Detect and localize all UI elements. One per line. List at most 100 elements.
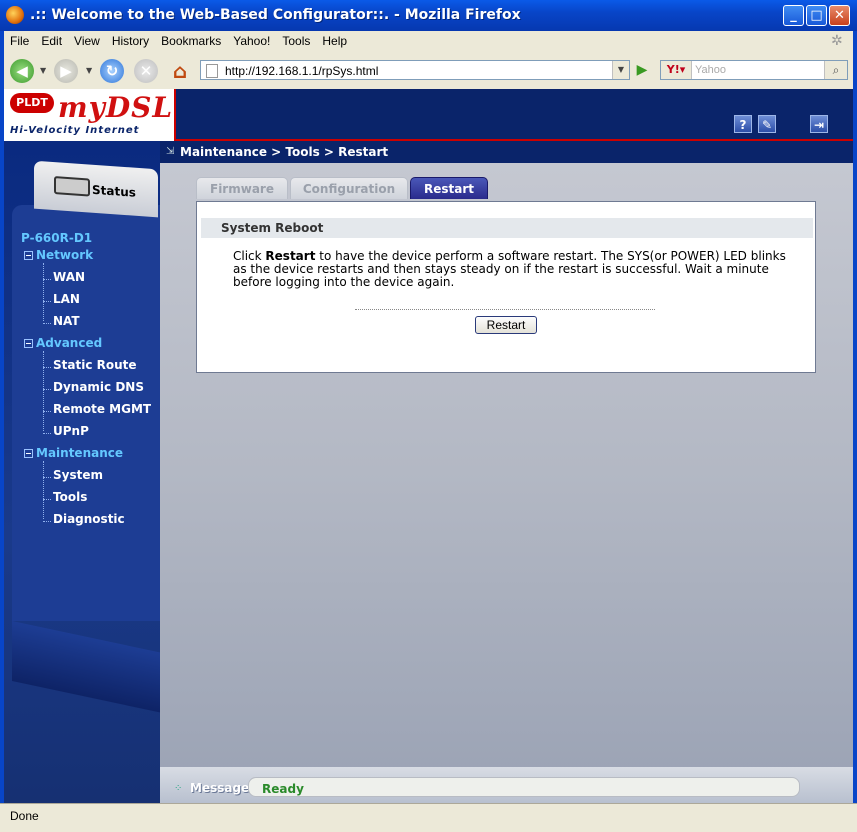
sidebar-item-lan[interactable]: LAN	[53, 292, 80, 306]
tab-restart[interactable]: Restart	[410, 177, 488, 199]
throbber-icon: ✲	[831, 33, 843, 49]
menu-bar: File Edit View History Bookmarks Yahoo! Tools H…	[4, 31, 853, 52]
menu-help[interactable]: Help	[316, 31, 353, 48]
page-content: PLDT myDSL Hi-Velocity Internet ? ✎ ⇥ St…	[4, 89, 853, 803]
message-icon: ⁘	[174, 783, 183, 794]
menu-history[interactable]: History	[106, 31, 155, 48]
firefox-icon	[6, 6, 24, 24]
logo-tagline: Hi-Velocity Internet	[10, 125, 140, 136]
breadcrumb: Maintenance > Tools > Restart	[180, 145, 389, 159]
stop-icon: ✕	[139, 62, 153, 80]
sidebar-item-remote-mgmt[interactable]: Remote MGMT	[53, 402, 151, 416]
yahoo-search-engine-icon[interactable]: Y!▾	[661, 61, 692, 79]
window-title-bar: .:: Welcome to the Web-Based Configurato…	[0, 0, 857, 31]
description-text: to have the device perform a software re…	[233, 249, 786, 289]
message-box	[248, 777, 800, 797]
address-url[interactable]: http://192.168.1.1/rpSys.html	[225, 64, 378, 78]
sidebar-item-wan[interactable]: WAN	[53, 270, 85, 284]
sidebar-item-nat[interactable]: NAT	[53, 314, 80, 328]
main-area: ⇲ Maintenance > Tools > Restart Firmware…	[160, 141, 853, 803]
message-label: Message	[190, 781, 250, 795]
sidebar-group-network[interactable]: Network	[24, 248, 93, 262]
browser-status-bar: Done	[0, 803, 857, 832]
menu-yahoo[interactable]: Yahoo!	[227, 31, 276, 48]
breadcrumb-arrow-icon: ⇲	[166, 146, 175, 157]
help-icon[interactable]: ?	[734, 115, 752, 133]
search-icon[interactable]: ⌕	[824, 61, 847, 79]
restart-panel: System Reboot Click Restart to have the …	[196, 201, 816, 373]
sidebar-item-upnp[interactable]: UPnP	[53, 424, 89, 438]
message-bar: ⁘ Message Ready	[160, 767, 853, 803]
maximize-button[interactable]: □	[806, 5, 827, 26]
collapse-icon[interactable]	[24, 339, 33, 348]
page-icon	[206, 64, 218, 78]
address-bar[interactable]: http://192.168.1.1/rpSys.html ▼	[200, 60, 630, 80]
tree-branch	[43, 411, 51, 412]
back-button[interactable]: ◀	[10, 59, 34, 83]
navigation-toolbar: ◀ ▼ ▶ ▼ ↻ ✕ ⌂ http://192.168.1.1/rpSys.h…	[4, 52, 853, 90]
sidebar-group-maintenance[interactable]: Maintenance	[24, 446, 123, 460]
collapse-icon[interactable]	[24, 449, 33, 458]
message-text: Ready	[262, 782, 304, 796]
tree-branch	[43, 477, 51, 478]
search-input[interactable]: Yahoo	[695, 64, 726, 76]
menu-file[interactable]: File	[4, 31, 35, 48]
status-text: Done	[10, 809, 39, 823]
restart-button[interactable]: Restart	[475, 316, 537, 334]
tab-configuration[interactable]: Configuration	[290, 177, 408, 199]
tree-branch	[43, 521, 51, 522]
restart-description: Click Restart to have the device perform…	[233, 250, 793, 289]
breadcrumb-bar: ⇲ Maintenance > Tools > Restart	[160, 141, 853, 163]
tree-branch	[43, 499, 51, 500]
minimize-button[interactable]: _	[783, 5, 804, 26]
sidebar-panel-bottom	[12, 621, 162, 713]
close-button[interactable]: ✕	[829, 5, 850, 26]
sidebar-item-system[interactable]: System	[53, 468, 103, 482]
tree-line	[43, 263, 45, 321]
window-frame-right	[853, 31, 857, 803]
forward-button[interactable]: ▶	[54, 59, 78, 83]
forward-arrow-icon: ▶	[60, 62, 72, 80]
wizard-icon[interactable]: ✎	[758, 115, 776, 133]
sidebar-item-dynamic-dns[interactable]: Dynamic DNS	[53, 380, 144, 394]
menu-edit[interactable]: Edit	[35, 31, 68, 48]
tab-firmware[interactable]: Firmware	[196, 177, 288, 199]
tree-branch	[43, 301, 51, 302]
address-dropdown-icon[interactable]: ▼	[612, 61, 629, 79]
tree-branch	[43, 279, 51, 280]
tree-line	[43, 461, 45, 519]
sidebar-item-static-route[interactable]: Static Route	[53, 358, 137, 372]
tree-branch	[43, 389, 51, 390]
forward-dropdown-icon[interactable]: ▼	[86, 66, 92, 75]
header-banner: ? ✎ ⇥	[176, 89, 853, 141]
tree-branch	[43, 367, 51, 368]
logo-pldt: PLDT	[10, 93, 54, 113]
description-text: Click	[233, 249, 266, 263]
device-model: P-660R-D1	[21, 231, 93, 245]
page-header: PLDT myDSL Hi-Velocity Internet ? ✎ ⇥	[4, 89, 853, 141]
reload-button[interactable]: ↻	[100, 59, 124, 83]
stop-button[interactable]: ✕	[134, 59, 158, 83]
tree-line	[43, 351, 45, 431]
router-icon	[54, 176, 90, 197]
sidebar-group-advanced[interactable]: Advanced	[24, 336, 102, 350]
logout-icon[interactable]: ⇥	[810, 115, 828, 133]
collapse-icon[interactable]	[24, 251, 33, 260]
divider	[355, 309, 655, 310]
sidebar-item-tools[interactable]: Tools	[53, 490, 87, 504]
sidebar-item-diagnostic[interactable]: Diagnostic	[53, 512, 125, 526]
menu-tools[interactable]: Tools	[276, 31, 316, 48]
back-dropdown-icon[interactable]: ▼	[40, 66, 46, 75]
status-label: Status	[92, 182, 136, 200]
menu-view[interactable]: View	[68, 31, 106, 48]
description-bold: Restart	[265, 249, 316, 263]
menu-bookmarks[interactable]: Bookmarks	[155, 31, 227, 48]
section-title: System Reboot	[201, 218, 813, 238]
home-button[interactable]: ⌂	[168, 59, 192, 83]
tree-branch	[43, 323, 51, 324]
go-button[interactable]: ▶	[632, 60, 652, 80]
back-arrow-icon: ◀	[16, 62, 28, 80]
status-tab[interactable]: Status	[34, 160, 158, 218]
search-box[interactable]: Y!▾ Yahoo ⌕	[660, 60, 848, 80]
window-title: .:: Welcome to the Web-Based Configurato…	[30, 7, 521, 23]
